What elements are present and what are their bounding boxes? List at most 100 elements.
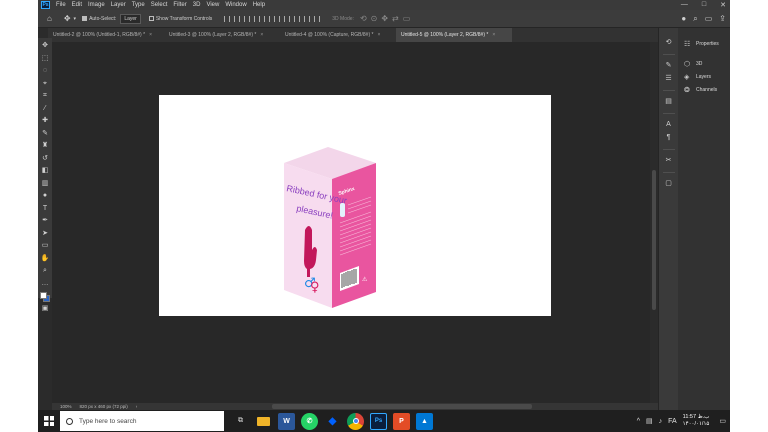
foreground-color-swatch[interactable] [40, 292, 47, 299]
word-icon[interactable]: W [278, 412, 295, 430]
user-icon[interactable]: ● [681, 14, 686, 24]
move-tool-icon[interactable]: ✥ [64, 14, 71, 23]
paragraph-icon[interactable]: ¶ [667, 131, 671, 144]
stamp-tool-icon[interactable]: ♜ [38, 140, 52, 153]
close-icon[interactable]: × [149, 32, 152, 38]
language-icon[interactable]: FA [668, 418, 677, 425]
status-chevron-icon[interactable]: › [136, 404, 138, 409]
3d-orbit-icon[interactable]: ⟲ [360, 14, 367, 23]
volume-icon[interactable]: ♪ [659, 418, 663, 425]
rectangle-tool-icon[interactable]: ▭ [38, 240, 52, 253]
network-icon[interactable]: ▤ [646, 417, 653, 425]
tool-preset-chevron-icon[interactable]: ▾ [74, 16, 77, 22]
chrome-icon[interactable] [347, 412, 364, 430]
vertical-scroll-thumb[interactable] [652, 170, 656, 310]
distribute-v-icon[interactable] [304, 15, 311, 22]
align-bottom-icon[interactable] [274, 15, 281, 22]
move-tool-icon[interactable]: ✥ [38, 40, 52, 53]
healing-brush-icon[interactable]: ✚ [38, 115, 52, 128]
taskbar-clock[interactable]: 11:57 ب.ظ ۱۴۰۰/۰۱/۱۵ [683, 414, 710, 428]
align-top-icon[interactable] [254, 15, 261, 22]
tab-untitled-4[interactable]: Untitled-4 @ 100% (Capture, RGB/8#) * × [280, 28, 396, 42]
taskbar-search[interactable]: Type here to search [60, 411, 224, 431]
close-icon[interactable]: × [492, 32, 495, 38]
3d-scale-icon[interactable]: ▭ [403, 14, 411, 23]
3d-slide-icon[interactable]: ⇄ [392, 14, 399, 23]
maximize-button[interactable]: □ [702, 1, 706, 9]
brush-tool-icon[interactable]: ✎ [38, 128, 52, 141]
menu-window[interactable]: Window [225, 2, 246, 8]
app-p-icon[interactable]: P [393, 412, 410, 430]
menu-file[interactable]: File [56, 2, 66, 8]
marquee-tool-icon[interactable]: ⬚ [38, 53, 52, 66]
distribute-icon[interactable] [284, 15, 291, 22]
photoshop-icon[interactable]: Ps [370, 412, 387, 430]
align-center-icon[interactable] [234, 15, 241, 22]
screen-mode-icon[interactable]: ▣ [38, 303, 52, 316]
libraries-icon[interactable]: ▤ [665, 95, 672, 108]
panel-layers[interactable]: ◈ Layers [678, 70, 730, 83]
quick-select-tool-icon[interactable]: ⌖ [38, 78, 52, 91]
minimize-button[interactable]: — [681, 1, 688, 9]
workspace-icon[interactable]: ▭ [705, 14, 713, 24]
auto-select-checkbox[interactable] [82, 16, 88, 21]
align-right-icon[interactable] [244, 15, 251, 22]
pen-tool-icon[interactable]: ✒ [38, 215, 52, 228]
tab-untitled-2[interactable]: Untitled-2 @ 100% (Untitled-1, RGB/8#) *… [48, 28, 164, 42]
menu-select[interactable]: Select [151, 2, 168, 8]
history-panel-icon[interactable]: ⟲ [666, 36, 672, 49]
align-middle-icon[interactable] [264, 15, 271, 22]
menu-help[interactable]: Help [253, 2, 265, 8]
brush-settings-icon[interactable]: ✎ [666, 59, 672, 72]
canvas-area[interactable]: Ribbed for your pleasure! ♂ ♀ Sphinx ⚠ [52, 42, 658, 403]
character-icon[interactable]: A [666, 118, 671, 131]
tab-untitled-3[interactable]: Untitled-3 @ 100% (Layer 2, RGB/8#) * × [164, 28, 280, 42]
zoom-level[interactable]: 100% [60, 404, 72, 409]
more-tools-icon[interactable]: … [38, 278, 52, 291]
history-brush-icon[interactable]: ↺ [38, 153, 52, 166]
chevron-up-icon[interactable]: ^ [637, 418, 640, 425]
menu-filter[interactable]: Filter [173, 2, 186, 8]
document-canvas[interactable]: Ribbed for your pleasure! ♂ ♀ Sphinx ⚠ [159, 95, 551, 316]
glyphs-icon[interactable]: ▢ [665, 177, 672, 190]
panel-channels[interactable]: ❂ Channels [678, 83, 730, 96]
tab-untitled-5[interactable]: Untitled-5 @ 100% (Layer 2, RGB/8#) * × [396, 28, 512, 42]
menu-3d[interactable]: 3D [193, 2, 201, 8]
menu-edit[interactable]: Edit [72, 2, 82, 8]
3d-roll-icon[interactable]: ⊙ [371, 14, 378, 23]
share-icon[interactable]: ⇪ [719, 14, 726, 24]
home-icon[interactable]: ⌂ [47, 14, 52, 23]
tool-presets-icon[interactable]: ✂ [666, 154, 672, 167]
3d-pan-icon[interactable]: ✥ [381, 14, 388, 23]
hand-tool-icon[interactable]: ✋ [38, 253, 52, 266]
adjustments-icon[interactable]: ☰ [665, 72, 671, 85]
menu-type[interactable]: Type [132, 2, 145, 8]
distribute-spacing-icon[interactable] [314, 15, 321, 22]
photos-icon[interactable]: ▲ [416, 412, 433, 430]
zoom-tool-icon[interactable]: ⌕ [38, 265, 52, 278]
vertical-scrollbar[interactable] [650, 42, 658, 403]
close-icon[interactable]: × [377, 32, 380, 38]
menu-image[interactable]: Image [88, 2, 105, 8]
notifications-icon[interactable]: ▭ [719, 417, 726, 425]
eyedropper-tool-icon[interactable]: ⁄ [38, 103, 52, 116]
path-select-tool-icon[interactable]: ➤ [38, 228, 52, 241]
auto-select-dropdown[interactable]: Layer [120, 13, 141, 24]
whatsapp-icon[interactable]: ✆ [301, 412, 318, 430]
transform-controls-checkbox[interactable] [148, 16, 154, 21]
panel-3d[interactable]: ⬡ 3D [678, 57, 730, 70]
gradient-tool-icon[interactable]: ▥ [38, 178, 52, 191]
horizontal-scrollbar[interactable] [272, 404, 532, 409]
menu-layer[interactable]: Layer [111, 2, 126, 8]
menu-view[interactable]: View [206, 2, 219, 8]
crop-tool-icon[interactable]: ⌗ [38, 90, 52, 103]
start-button[interactable] [38, 410, 60, 432]
eraser-tool-icon[interactable]: ◧ [38, 165, 52, 178]
align-left-icon[interactable] [224, 15, 231, 22]
lasso-tool-icon[interactable]: ◌ [38, 65, 52, 78]
dodge-tool-icon[interactable]: ● [38, 190, 52, 203]
task-view-icon[interactable]: ⧉ [232, 413, 249, 430]
close-icon[interactable]: × [260, 32, 263, 38]
panel-properties[interactable]: ☷ Properties [678, 37, 730, 50]
file-explorer-icon[interactable] [255, 413, 272, 430]
